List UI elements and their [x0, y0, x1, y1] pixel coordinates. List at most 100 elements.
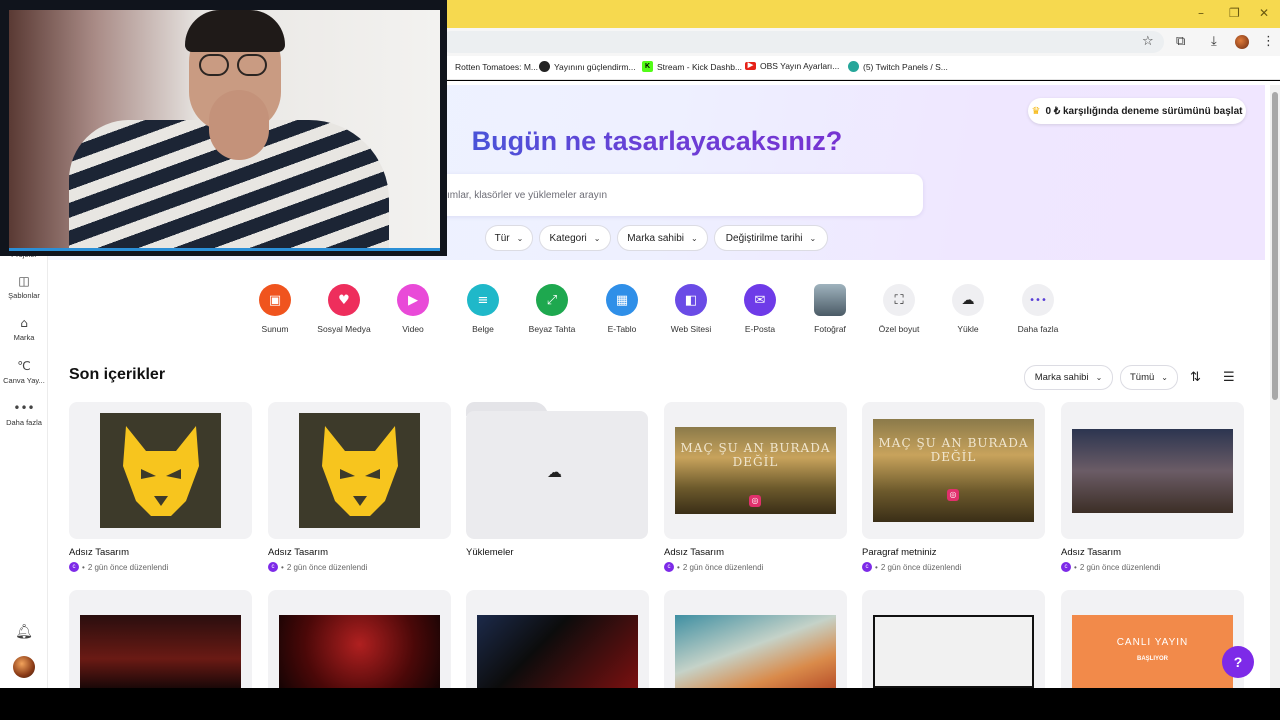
filter-brand-owner[interactable]: Marka sahibi ⌄: [617, 225, 708, 251]
dropdown-label: Tümü: [1130, 372, 1155, 383]
card-title[interactable]: Adsız Tasarım: [69, 547, 129, 558]
menu-dots-icon[interactable]: ⋮: [1262, 34, 1275, 49]
recent-section-title: Son içerikler: [69, 366, 166, 383]
card-title[interactable]: Paragraf metniniz: [862, 547, 936, 558]
heart-icon: ♥: [328, 284, 360, 316]
card-title[interactable]: Adsız Tasarım: [268, 547, 328, 558]
design-card[interactable]: MAÇ ŞU AN BURADA DEĞİL ◎: [664, 402, 847, 539]
sidebar-item-label: Daha fazla: [6, 418, 42, 427]
filter-type[interactable]: Tür ⌄: [485, 225, 533, 251]
page-title: Bugün ne tasarlayacaksınız?: [400, 126, 914, 157]
bookmark-label: OBS Yayın Ayarları...: [760, 61, 840, 71]
profile-avatar[interactable]: [1235, 35, 1249, 49]
filter-modified-date[interactable]: Değiştirilme tarihi ⌄: [714, 225, 828, 251]
thumbnail-subtext: BAŞLIYOR: [1136, 656, 1168, 662]
category-social-media[interactable]: ♥ Sosyal Medya: [304, 284, 384, 334]
download-icon[interactable]: ⤓: [1211, 34, 1217, 49]
minimize-icon[interactable]: –: [1198, 6, 1204, 20]
category-spreadsheet[interactable]: ▦ E-Tablo: [582, 284, 662, 334]
bookmark-star-icon[interactable]: ☆: [1142, 34, 1154, 49]
github-icon: [539, 61, 550, 72]
canva-badge-icon: c: [69, 562, 79, 572]
category-more[interactable]: ••• Daha fazla: [998, 284, 1078, 334]
design-card[interactable]: [1061, 402, 1244, 539]
glasses-icon: [237, 54, 267, 76]
thumbnail-text: MAÇ ŞU AN BURADA DEĞİL: [878, 436, 1029, 464]
category-label: Beyaz Tahta: [528, 324, 576, 334]
edited-time: 2 gün önce düzenlendi: [286, 562, 368, 572]
dropdown-label: Marka sahibi: [1034, 372, 1089, 383]
category-email[interactable]: ✉ E-Posta: [720, 284, 800, 334]
instagram-icon: ◎: [947, 489, 959, 501]
design-card[interactable]: [268, 402, 451, 539]
sidebar-item-label: Şablonlar: [8, 291, 40, 300]
scrollbar-thumb[interactable]: [1272, 92, 1278, 400]
sort-icon[interactable]: ⇅: [1190, 370, 1201, 385]
card-meta: c • 2 gün önce düzenlendi: [69, 562, 168, 572]
wolf-icon: [321, 425, 398, 516]
sidebar-item-canva-apps[interactable]: ℃ Canva Yay...: [0, 359, 48, 385]
user-avatar[interactable]: [13, 656, 35, 678]
bookmark-item[interactable]: Yayınını güçlendirm...: [539, 61, 636, 72]
notifications-button[interactable]: 🔔︎: [0, 624, 48, 643]
category-website[interactable]: ◧ Web Sitesi: [651, 284, 731, 334]
edited-time: 2 gün önce düzenlendi: [682, 562, 764, 572]
document-icon: ≡: [467, 284, 499, 316]
restore-icon[interactable]: ❐: [1229, 6, 1240, 20]
design-card[interactable]: [69, 590, 252, 688]
category-video[interactable]: ▶ Video: [373, 284, 453, 334]
filter-category[interactable]: Kategori ⌄: [539, 225, 611, 251]
card-title[interactable]: Adsız Tasarım: [1061, 547, 1121, 558]
webcam-video: [9, 10, 440, 251]
category-custom-size[interactable]: ⛶ Özel boyut: [859, 284, 939, 334]
custom-size-icon: ⛶: [883, 284, 915, 316]
edited-time: 2 gün önce düzenlendi: [87, 562, 169, 572]
extensions-icon[interactable]: ⧉: [1176, 34, 1185, 49]
search-placeholder: ımlar, klasörler ve yüklemeler arayın: [447, 190, 608, 201]
address-bar[interactable]: [440, 31, 1164, 53]
card-title[interactable]: Adsız Tasarım: [664, 547, 724, 558]
glasses-icon: [199, 54, 229, 76]
sidebar-item-brand[interactable]: ⌂ Marka: [0, 316, 48, 342]
category-whiteboard[interactable]: ⤢ Beyaz Tahta: [512, 284, 592, 334]
design-card[interactable]: [268, 590, 451, 688]
start-trial-button[interactable]: ♛ 0 ₺ karşılığında deneme sürümünü başla…: [1028, 98, 1246, 124]
uploads-folder-card[interactable]: ☁: [466, 402, 649, 539]
bookmark-item[interactable]: Rotten Tomatoes: M...: [440, 61, 538, 72]
bookmark-item[interactable]: ▶ OBS Yayın Ayarları...: [745, 61, 839, 71]
design-card[interactable]: MAÇ ŞU AN BURADA DEĞİL ◎: [862, 402, 1045, 539]
thumbnail-text: CANLI YAYIN: [1116, 637, 1189, 648]
video-icon: ▶: [397, 284, 429, 316]
bookmark-item[interactable]: (5) Twitch Panels / S...: [848, 61, 948, 72]
canva-badge-icon: c: [268, 562, 278, 572]
design-card[interactable]: [664, 590, 847, 688]
close-icon[interactable]: ✕: [1259, 6, 1269, 20]
instagram-icon: ◎: [749, 495, 761, 507]
owner-filter-dropdown[interactable]: Marka sahibi ⌄: [1024, 365, 1113, 390]
type-filter-dropdown[interactable]: Tümü ⌄: [1120, 365, 1178, 390]
help-button[interactable]: ?: [1222, 646, 1254, 678]
design-card[interactable]: [862, 590, 1045, 688]
category-presentation[interactable]: ▣ Sunum: [235, 284, 315, 334]
bookmark-item[interactable]: K Stream - Kick Dashb...: [642, 61, 742, 72]
edited-time: 2 gün önce düzenlendi: [880, 562, 962, 572]
wolf-icon: [122, 425, 199, 516]
sidebar-item-templates[interactable]: ◫ Şablonlar: [0, 274, 48, 300]
category-photo[interactable]: Fotoğraf: [790, 284, 870, 334]
category-document[interactable]: ≡ Belge: [443, 284, 523, 334]
filter-label: Değiştirilme tarihi: [725, 232, 803, 244]
design-card[interactable]: [69, 402, 252, 539]
design-card[interactable]: CANLI YAYIN BAŞLIYOR: [1061, 590, 1244, 688]
chevron-down-icon: ⌄: [1095, 373, 1103, 382]
template-icon: ◫: [18, 274, 30, 288]
spreadsheet-icon: ▦: [606, 284, 638, 316]
sidebar-item-more[interactable]: ••• Daha fazla: [0, 401, 48, 427]
category-upload[interactable]: ☁ Yükle: [928, 284, 1008, 334]
sidebar-item-label: Marka: [13, 333, 35, 342]
design-card[interactable]: [466, 590, 649, 688]
card-title[interactable]: Yüklemeler: [466, 547, 514, 558]
list-view-icon[interactable]: ☰: [1223, 370, 1235, 385]
photo-icon: [814, 284, 846, 316]
chevron-down-icon: ⌄: [1161, 373, 1168, 382]
trial-label: 0 ₺ karşılığında deneme sürümünü başlat: [1045, 105, 1243, 117]
